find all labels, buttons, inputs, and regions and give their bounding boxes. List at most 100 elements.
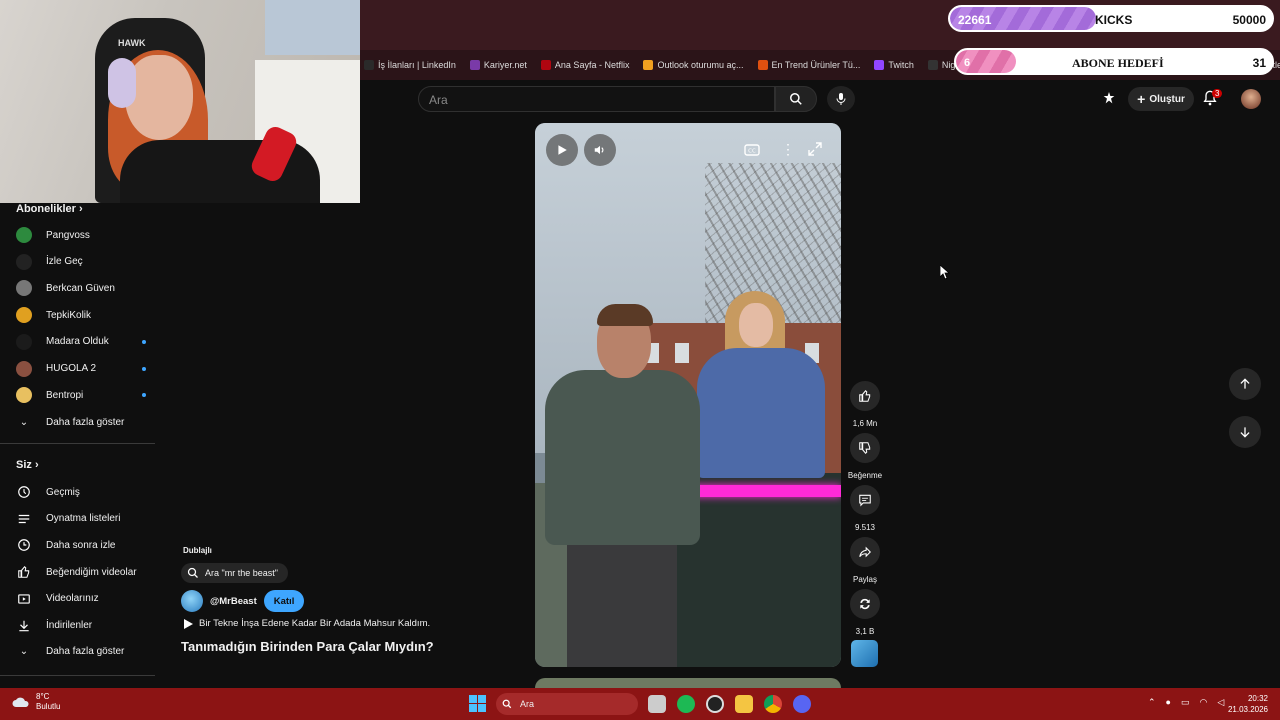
- bookmark-item[interactable]: En Trend Ürünler Tü...: [757, 60, 860, 70]
- remix-action[interactable]: 3,1 B: [849, 589, 881, 636]
- webcam-feed: HAWK: [0, 0, 360, 203]
- video-woman-body: [697, 348, 825, 478]
- channel-avatar-icon: [16, 333, 32, 350]
- you-header[interactable]: Siz ›: [16, 459, 39, 471]
- short-title[interactable]: Tanımadığın Birinden Para Çalar Mıydın?: [181, 639, 434, 654]
- history-icon: [16, 485, 32, 499]
- bookmark-item[interactable]: İş İlanları | LinkedIn: [364, 60, 456, 70]
- bookmark-item[interactable]: Kariyer.net: [469, 60, 527, 70]
- windows-start-icon[interactable]: [469, 695, 486, 717]
- file-explorer-icon[interactable]: [735, 695, 753, 713]
- channel-avatar-icon: [16, 307, 32, 324]
- channel-avatar-icon: [16, 360, 32, 377]
- show-more-subscriptions[interactable]: ⌄ Daha fazla göster: [16, 412, 146, 432]
- channel-avatar-icon: [16, 253, 32, 270]
- comments-action[interactable]: 9.513: [849, 485, 881, 532]
- remix-count: 3,1 B: [855, 627, 875, 636]
- account-avatar[interactable]: [1241, 89, 1261, 109]
- sidebar-item-downloads[interactable]: İndirilenler: [16, 616, 146, 636]
- channel-avatar[interactable]: [181, 590, 203, 612]
- captions-icon[interactable]: CC: [744, 143, 760, 161]
- show-more-you[interactable]: ⌄ Daha fazla göster: [16, 641, 146, 661]
- channel-name[interactable]: @MrBeast: [210, 596, 257, 607]
- sound-thumbnail[interactable]: [851, 640, 878, 667]
- sidebar-channel[interactable]: Berkcan Güven: [16, 278, 146, 298]
- spotify-icon[interactable]: [677, 695, 695, 713]
- speaker-icon[interactable]: ◁: [1217, 697, 1224, 708]
- sidebar: Abonelikler › Pangvoss İzle Geç Berkcan Gü…: [0, 203, 155, 688]
- fullscreen-icon[interactable]: [808, 142, 822, 161]
- dislike-button[interactable]: [850, 433, 880, 463]
- sidebar-item-watch-later[interactable]: Daha sonra izle: [16, 535, 146, 555]
- sidebar-channel[interactable]: Bentropi: [16, 385, 146, 405]
- task-view-icon[interactable]: [648, 695, 666, 713]
- sidebar-item-liked[interactable]: Beğendiğim videolar: [16, 562, 146, 582]
- more-options-icon[interactable]: ⋮: [781, 141, 795, 158]
- discord-icon[interactable]: [793, 695, 811, 713]
- sidebar-channel[interactable]: HUGOLA 2: [16, 359, 146, 379]
- playlist-link[interactable]: Bir Tekne İnşa Edene Kadar Bir Adada Mah…: [183, 618, 430, 629]
- sidebar-item-playlists[interactable]: Oynatma listeleri: [16, 509, 146, 529]
- remix-button[interactable]: [850, 589, 880, 619]
- mic-icon[interactable]: ●: [1166, 697, 1171, 708]
- bookmark-item[interactable]: Outlook oturumu aç...: [643, 60, 744, 70]
- weather-widget[interactable]: 8°C Bulutlu: [12, 692, 60, 712]
- subscriptions-header[interactable]: Abonelikler ›: [16, 203, 83, 215]
- sidebar-divider: [0, 675, 155, 676]
- gift-icon[interactable]: [1101, 90, 1117, 111]
- dislike-action[interactable]: Beğenme: [848, 433, 882, 480]
- sidebar-item-your-videos[interactable]: Videolarınız: [16, 589, 146, 609]
- bookmark-item[interactable]: Twitch: [874, 60, 914, 70]
- create-label: Oluştur: [1149, 93, 1185, 105]
- dubbed-label: Dublajlı: [183, 546, 212, 555]
- sidebar-channel[interactable]: İzle Geç: [16, 252, 146, 272]
- taskbar-search[interactable]: Ara: [496, 693, 638, 715]
- join-button[interactable]: Katıl: [263, 590, 305, 612]
- sidebar-channel[interactable]: TepkiKolik: [16, 305, 146, 325]
- play-button[interactable]: [546, 134, 578, 166]
- channel-name: Pangvoss: [46, 229, 90, 241]
- share-button[interactable]: [850, 537, 880, 567]
- thumbs-down-icon: [859, 442, 871, 455]
- next-short-button[interactable]: [1229, 416, 1261, 448]
- share-action[interactable]: Paylaş: [849, 537, 881, 584]
- share-icon: [859, 546, 871, 558]
- taskbar-clock[interactable]: 20:32 21.03.2026: [1228, 693, 1268, 715]
- sidebar-channel[interactable]: Pangvoss: [16, 225, 146, 245]
- sidebar-divider: [0, 443, 155, 444]
- mic-icon: [836, 93, 846, 105]
- new-content-dot: [142, 339, 146, 344]
- like-action[interactable]: 1,6 Mn: [849, 381, 881, 428]
- chrome-icon[interactable]: [764, 695, 782, 713]
- voice-search-button[interactable]: [827, 86, 855, 112]
- bookmark-favicon-icon: [757, 60, 768, 70]
- channel-name: Berkcan Güven: [46, 282, 115, 294]
- display-icon[interactable]: ▭: [1181, 697, 1190, 708]
- previous-short-button[interactable]: [1229, 368, 1261, 400]
- new-content-dot: [142, 366, 146, 371]
- subscriber-label: ABONE HEDEFİ: [1072, 56, 1164, 70]
- share-label: Paylaş: [852, 575, 877, 584]
- steam-icon[interactable]: [706, 695, 724, 713]
- bookmark-favicon-icon: [874, 60, 885, 70]
- create-button[interactable]: + Oluştur: [1128, 87, 1194, 111]
- new-content-dot: [142, 393, 146, 398]
- sidebar-item-history[interactable]: Geçmiş: [16, 482, 146, 502]
- channel-name: İzle Geç: [46, 256, 83, 268]
- channel-row: @MrBeast Katıl: [181, 590, 305, 612]
- volume-button[interactable]: [584, 134, 616, 166]
- comments-button[interactable]: [850, 485, 880, 515]
- like-button[interactable]: [850, 381, 880, 411]
- volume-icon: [594, 145, 604, 155]
- short-video-player[interactable]: CC ⋮: [535, 123, 841, 667]
- wifi-icon[interactable]: ◠: [1200, 697, 1208, 708]
- chevron-up-icon[interactable]: ⌃: [1148, 697, 1156, 708]
- sidebar-channel[interactable]: Madara Olduk: [16, 332, 146, 352]
- bookmark-favicon-icon: [643, 60, 654, 70]
- video-man-legs: [567, 533, 677, 667]
- chevron-right-icon: ›: [34, 459, 39, 471]
- search-button[interactable]: [775, 86, 817, 112]
- search-input[interactable]: Ara: [418, 86, 775, 112]
- bookmark-item[interactable]: Ana Sayfa - Netflix: [540, 60, 629, 70]
- related-search-chip[interactable]: Ara "mr the beast": [181, 563, 288, 583]
